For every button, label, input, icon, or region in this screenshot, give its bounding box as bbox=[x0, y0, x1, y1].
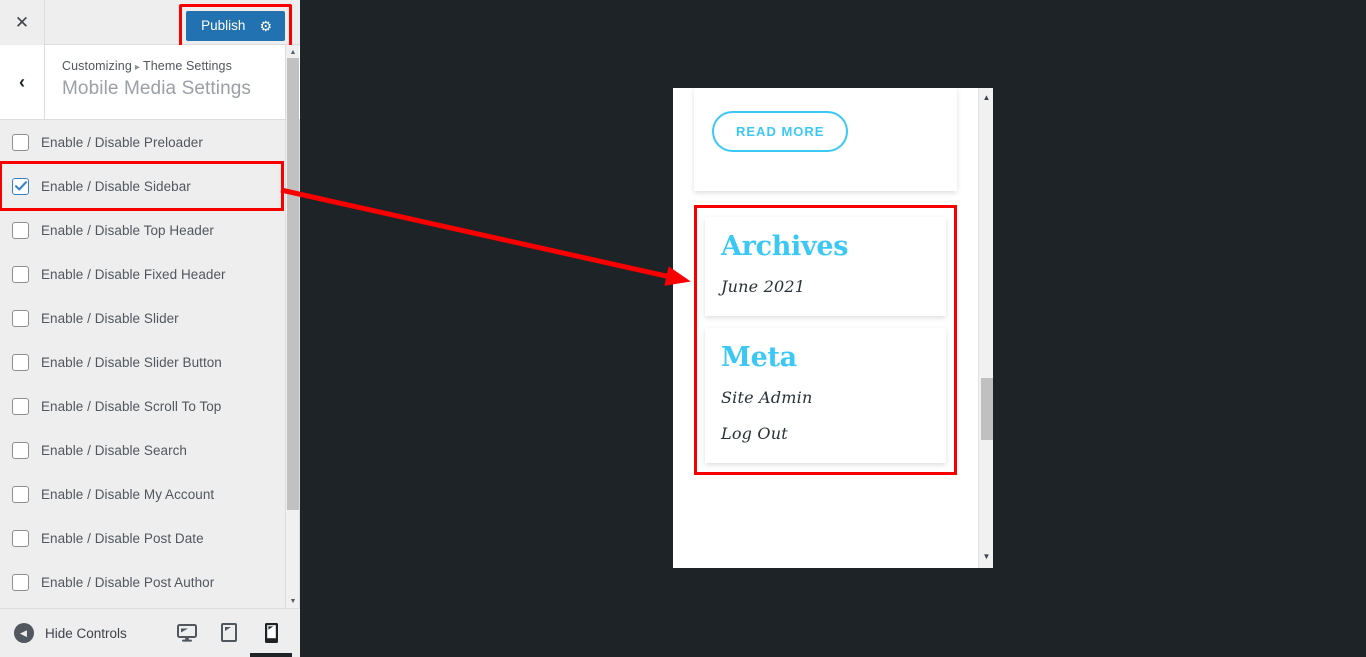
customizer-scrollbar-thumb[interactable] bbox=[287, 58, 299, 510]
control-label: Enable / Disable Preloader bbox=[41, 134, 203, 150]
control-label: Enable / Disable Post Author bbox=[41, 574, 215, 590]
checkbox[interactable] bbox=[12, 397, 29, 415]
breadcrumb-parent[interactable]: Theme Settings bbox=[143, 59, 232, 73]
preview-stage: READ MORE Archives June 2021 Meta Site A… bbox=[300, 0, 1366, 657]
breadcrumb: Customizing ▸ Theme Settings bbox=[62, 59, 251, 73]
close-icon[interactable]: ✕ bbox=[0, 0, 45, 45]
customizer-topbar: ✕ Publish ⚙ bbox=[0, 0, 300, 48]
customizer-header-text: Customizing ▸ Theme Settings Mobile Media … bbox=[62, 59, 251, 100]
hide-controls-button[interactable]: ◀ Hide Controls bbox=[14, 623, 127, 643]
preview-scroll-down-arrow-icon[interactable]: ▼ bbox=[979, 549, 993, 564]
control-label: Enable / Disable Top Header bbox=[41, 222, 214, 238]
mobile-icon bbox=[264, 622, 278, 643]
customizer-section-header: ‹ Customizing ▸ Theme Settings Mobile Medi… bbox=[0, 45, 300, 120]
desktop-icon bbox=[177, 623, 197, 642]
control-row[interactable]: Enable / Disable Search bbox=[0, 428, 285, 472]
widget-archives: Archives June 2021 bbox=[705, 217, 946, 316]
control-label: Enable / Disable Slider bbox=[41, 310, 179, 326]
preview-scroll-up-arrow-icon[interactable]: ▲ bbox=[979, 90, 993, 105]
customizer-panel: ✕ Publish ⚙ ‹ Customizing ▸ Theme Settings… bbox=[0, 0, 300, 657]
checkbox[interactable] bbox=[12, 573, 29, 591]
checkbox[interactable] bbox=[12, 177, 29, 195]
control-row[interactable]: Enable / Disable Fixed Header bbox=[0, 252, 285, 296]
device-button-mobile[interactable] bbox=[250, 608, 292, 657]
back-chevron-icon[interactable]: ‹ bbox=[0, 45, 45, 119]
breadcrumb-root[interactable]: Customizing bbox=[62, 59, 132, 73]
device-button-tablet[interactable] bbox=[208, 608, 250, 657]
sidebar-highlight-box: Archives June 2021 Meta Site Admin Log O… bbox=[694, 205, 957, 475]
checkbox[interactable] bbox=[12, 529, 29, 547]
customizer-scrollbar[interactable]: ▲ ▼ bbox=[285, 45, 299, 608]
hide-controls-label: Hide Controls bbox=[45, 625, 127, 641]
control-row[interactable]: Enable / Disable Slider Button bbox=[0, 340, 285, 384]
control-label: Enable / Disable Sidebar bbox=[41, 178, 191, 194]
control-row[interactable]: Enable / Disable Post Author bbox=[0, 560, 285, 604]
checkbox[interactable] bbox=[12, 221, 29, 239]
scroll-up-arrow-icon[interactable]: ▲ bbox=[286, 45, 300, 59]
control-row[interactable]: Enable / Disable Slider bbox=[0, 296, 285, 340]
customizer-footer: ◀ Hide Controls bbox=[0, 608, 300, 657]
app-window: ✕ Publish ⚙ ‹ Customizing ▸ Theme Settings… bbox=[0, 0, 1366, 657]
preview-page-content: READ MORE Archives June 2021 Meta Site A… bbox=[673, 88, 978, 568]
widget-link[interactable]: Site Admin bbox=[721, 388, 930, 407]
scroll-down-arrow-icon[interactable]: ▼ bbox=[286, 594, 300, 608]
control-label: Enable / Disable My Account bbox=[41, 486, 215, 502]
control-label: Enable / Disable Scroll To Top bbox=[41, 398, 222, 414]
control-row[interactable]: Enable / Disable My Account bbox=[0, 472, 285, 516]
control-label: Enable / Disable Fixed Header bbox=[41, 266, 226, 282]
control-row[interactable]: Enable / Disable Scroll To Top bbox=[0, 384, 285, 428]
read-more-button[interactable]: READ MORE bbox=[712, 111, 849, 152]
preview-device-frame: READ MORE Archives June 2021 Meta Site A… bbox=[673, 88, 993, 568]
control-row[interactable]: Enable / Disable Post Date bbox=[0, 516, 285, 560]
page-title: Mobile Media Settings bbox=[62, 78, 252, 99]
checkbox[interactable] bbox=[12, 309, 29, 327]
device-preview-buttons bbox=[166, 608, 292, 657]
tablet-icon bbox=[221, 623, 237, 642]
widget-title: Archives bbox=[721, 231, 849, 262]
widget-link[interactable]: June 2021 bbox=[721, 277, 930, 296]
checkbox[interactable] bbox=[12, 133, 29, 151]
control-row[interactable]: Enable / Disable Top Header bbox=[0, 208, 285, 252]
collapse-left-icon: ◀ bbox=[14, 623, 34, 643]
checkbox[interactable] bbox=[12, 441, 29, 459]
checkbox[interactable] bbox=[12, 353, 29, 371]
publish-highlight-box: Publish ⚙ bbox=[179, 4, 292, 48]
widget-meta: Meta Site Admin Log Out bbox=[705, 328, 946, 463]
checkbox[interactable] bbox=[12, 485, 29, 503]
widget-link[interactable]: Log Out bbox=[721, 424, 930, 443]
control-label: Enable / Disable Post Date bbox=[41, 530, 204, 546]
preview-scrollbar[interactable]: ▲ ▼ bbox=[978, 88, 993, 568]
widget-title: Meta bbox=[721, 342, 797, 373]
device-button-desktop[interactable] bbox=[166, 608, 208, 657]
control-row[interactable]: Enable / Disable Sidebar bbox=[0, 161, 284, 211]
gear-icon[interactable]: ⚙ bbox=[259, 19, 272, 33]
checkbox[interactable] bbox=[12, 265, 29, 283]
publish-button[interactable]: Publish ⚙ bbox=[186, 11, 285, 41]
post-excerpt-card: READ MORE bbox=[694, 88, 957, 191]
breadcrumb-separator-icon: ▸ bbox=[134, 62, 140, 73]
control-row[interactable]: Enable / Disable Preloader bbox=[0, 120, 285, 164]
preview-scrollbar-thumb[interactable] bbox=[981, 378, 993, 440]
control-label: Enable / Disable Slider Button bbox=[41, 354, 222, 370]
control-label: Enable / Disable Search bbox=[41, 442, 187, 458]
publish-button-label: Publish bbox=[201, 18, 246, 33]
controls-list: Enable / Disable Preloader Enable / Disab… bbox=[0, 120, 285, 608]
